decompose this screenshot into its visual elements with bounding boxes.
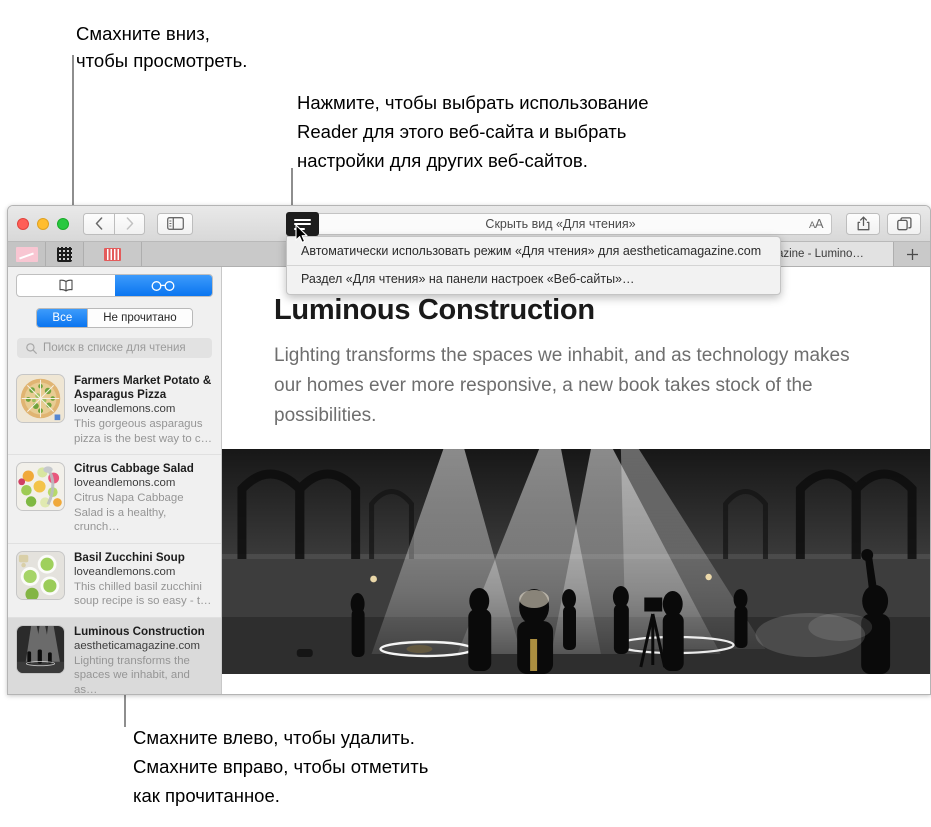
show-all-tabs-button[interactable]: [887, 212, 921, 235]
reading-list-search[interactable]: Поиск в списке для чтения: [17, 338, 212, 358]
reader-line-1: [294, 218, 311, 221]
close-window-button[interactable]: [17, 217, 29, 230]
content-area: Все Не прочитано Поиск в списке для чтен…: [8, 267, 930, 695]
reader-line-3: [294, 227, 305, 230]
installation-thumbnail: [16, 624, 65, 674]
sidebar-tab-bookmarks[interactable]: [17, 275, 115, 296]
list-item-title: Basil Zucchini Soup: [74, 550, 185, 564]
list-item-site: aestheticamagazine.com: [74, 639, 200, 652]
plus-icon: [906, 248, 918, 260]
red-stripe-favicon: [104, 247, 121, 261]
chevron-right-icon: [126, 217, 133, 230]
list-item-title: Farmers Market Potato & Asparagus Pizza: [74, 374, 212, 401]
share-icon: [857, 216, 869, 231]
list-item-site: loveandlemons.com: [74, 565, 176, 578]
salad-thumbnail: [16, 462, 65, 511]
reader-view-button[interactable]: [286, 212, 319, 236]
list-item-text: Citrus Cabbage Salad loveandlemons.com C…: [74, 462, 213, 535]
article-subtitle: Lighting transforms the spaces we inhabi…: [274, 345, 850, 426]
list-item-text: Luminous Construction aestheticamagazine…: [74, 624, 213, 695]
tab-overview-icon: [896, 216, 912, 230]
filter-all[interactable]: Все: [37, 309, 88, 327]
reader-line-2: [294, 223, 311, 225]
sidebar-icon: [166, 217, 184, 230]
share-button[interactable]: [846, 212, 880, 235]
navigation-buttons: [83, 212, 145, 235]
article-hero-image: [222, 449, 930, 674]
filter-unread[interactable]: Не прочитано: [87, 309, 192, 327]
list-item-title: Luminous Construction: [74, 624, 205, 638]
page-title: Luminous Construction: [274, 294, 595, 326]
favorite-grid[interactable]: [46, 242, 84, 266]
list-item-text: Farmers Market Potato & Asparagus Pizza …: [74, 374, 213, 446]
grid-favicon: [57, 246, 72, 262]
sidebar-tab-reading-list[interactable]: [114, 275, 212, 296]
reader-settings-menu: Автоматически использовать режим «Для чт…: [286, 236, 781, 295]
address-bar[interactable]: Скрыть вид «Для чтения» AA: [289, 212, 832, 235]
safari-window: Скрыть вид «Для чтения» AA Автоматически…: [7, 205, 931, 695]
window-controls: [17, 217, 69, 230]
soup-thumbnail: [16, 550, 65, 600]
list-item[interactable]: Citrus Cabbage Salad loveandlemons.com C…: [8, 455, 221, 544]
address-bar-text: Скрыть вид «Для чтения»: [485, 216, 636, 231]
favorite-pink[interactable]: [8, 242, 46, 266]
list-item[interactable]: Basil Zucchini Soup loveandlemons.com Th…: [8, 544, 221, 618]
text-size-control[interactable]: AA: [809, 216, 824, 231]
glasses-icon: [151, 280, 175, 291]
chevron-left-icon: [95, 217, 103, 230]
text-size-large-label: A: [814, 216, 824, 231]
pizza-thumbnail: [16, 374, 65, 423]
zoom-window-button[interactable]: [57, 217, 69, 230]
reading-list-filter: Все Не прочитано: [36, 308, 193, 328]
book-icon: [59, 279, 73, 292]
back-button[interactable]: [83, 212, 114, 235]
list-item-excerpt: Citrus Napa Cabbage Salad is a healthy, …: [74, 492, 184, 533]
annotation-top-left: Смахните вниз, чтобы просмотреть.: [76, 23, 248, 71]
reader-content: Luminous Construction Lighting transform…: [222, 267, 930, 694]
list-item-excerpt: This gorgeous asparagus pizza is the bes…: [74, 418, 213, 445]
toggle-sidebar-button[interactable]: [157, 212, 193, 235]
annotation-bottom: Смахните влево, чтобы удалить. Смахните …: [133, 727, 429, 806]
search-placeholder: Поиск в списке для чтения: [43, 342, 186, 354]
list-item-title: Citrus Cabbage Salad: [74, 462, 194, 475]
menu-item-websites-preferences[interactable]: Раздел «Для чтения» на панели настроек «…: [287, 266, 780, 293]
new-tab-button[interactable]: [894, 242, 930, 266]
minimize-window-button[interactable]: [37, 217, 49, 230]
list-item-excerpt: This chilled basil zucchini soup recipe …: [74, 580, 212, 608]
menu-item-auto-reader[interactable]: Автоматически использовать режим «Для чт…: [287, 238, 780, 265]
list-item[interactable]: Farmers Market Potato & Asparagus Pizza …: [8, 367, 221, 455]
pink-favicon: [15, 246, 38, 262]
annotation-top-right: Нажмите, чтобы выбрать использование Rea…: [297, 92, 649, 171]
list-item-site: loveandlemons.com: [74, 477, 176, 489]
search-icon: [26, 342, 37, 354]
list-item[interactable]: Luminous Construction aestheticamagazine…: [8, 617, 221, 695]
list-item-text: Basil Zucchini Soup loveandlemons.com Th…: [74, 551, 213, 609]
sidebar: Все Не прочитано Поиск в списке для чтен…: [8, 267, 222, 695]
list-item-site: loveandlemons.com: [74, 403, 176, 415]
sidebar-mode-switcher: [16, 274, 213, 297]
reading-list: Farmers Market Potato & Asparagus Pizza …: [8, 367, 221, 695]
list-item-excerpt: Lighting transforms the spaces we inhabi…: [74, 654, 190, 695]
forward-button[interactable]: [114, 212, 145, 235]
screenshot-root: Смахните вниз, чтобы просмотреть. Нажмит…: [0, 0, 931, 827]
tab-favicon-red[interactable]: [84, 242, 142, 266]
browser-toolbar: Скрыть вид «Для чтения» AA Автоматически…: [8, 206, 930, 295]
toolbar-right-buttons: [846, 212, 921, 235]
